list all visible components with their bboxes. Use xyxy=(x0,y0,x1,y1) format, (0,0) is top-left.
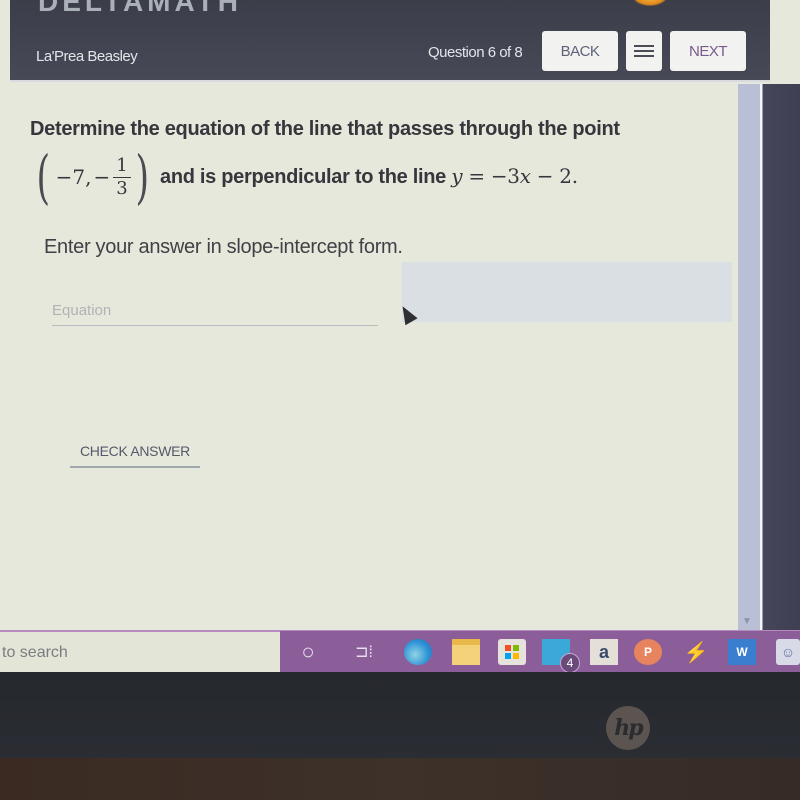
taskbar-search[interactable]: to search xyxy=(0,631,280,672)
screen: DELTAMATH La'Prea Beasley Question 6 of … xyxy=(0,0,800,672)
edge-icon[interactable] xyxy=(404,639,432,665)
scroll-down-arrow-icon[interactable]: ▼ xyxy=(742,616,752,627)
anime-app-icon[interactable]: ☺ xyxy=(776,639,800,665)
desk-surface xyxy=(0,758,800,800)
search-placeholder: to search xyxy=(2,643,68,661)
eq-tail: − 2. xyxy=(530,164,578,188)
open-paren: ( xyxy=(36,143,51,211)
mail-badge: 4 xyxy=(560,653,580,672)
window-edge xyxy=(760,84,800,632)
cortana-icon[interactable]: ○ xyxy=(294,639,322,665)
task-view-icon[interactable]: ⊐⁞ xyxy=(350,639,378,665)
equation-input[interactable] xyxy=(52,296,378,326)
brand-logo: DELTAMATH xyxy=(38,0,242,17)
word-icon[interactable]: W xyxy=(728,639,756,665)
eq-rest: = −3 xyxy=(462,164,520,188)
fraction-denominator: 3 xyxy=(116,177,128,199)
condition-text: and is perpendicular to the line xyxy=(160,166,447,188)
header-bar: DELTAMATH La'Prea Beasley Question 6 of … xyxy=(10,0,770,82)
point-y-sign: − xyxy=(93,165,111,189)
line-equation: y = −3x − 2. xyxy=(451,164,578,188)
laptop-bezel xyxy=(0,672,800,760)
menu-button[interactable] xyxy=(626,31,662,71)
camera-glare xyxy=(632,0,668,6)
check-answer-button[interactable]: CHECK ANSWER xyxy=(70,436,200,468)
perpendicular-condition: and is perpendicular to the line y = −3x… xyxy=(160,164,578,189)
fraction-numerator: 1 xyxy=(113,155,131,178)
back-button[interactable]: BACK xyxy=(542,31,618,71)
hamburger-menu-icon xyxy=(634,45,654,57)
answer-instruction: Enter your answer in slope-intercept for… xyxy=(44,236,403,258)
point-y-fraction: 1 3 xyxy=(113,155,131,200)
file-explorer-icon[interactable] xyxy=(452,639,480,665)
windows-taskbar: to search ○ ⊐⁞ 4 a P ⚡ W ☺ xyxy=(0,630,800,672)
point-coordinates: ( −7, − 1 3 ) xyxy=(32,142,153,212)
student-name: La'Prea Beasley xyxy=(36,48,138,65)
close-paren: ) xyxy=(135,143,149,211)
answer-preview-box xyxy=(402,262,732,322)
bolt-app-icon[interactable]: ⚡ xyxy=(682,639,710,665)
question-counter: Question 6 of 8 xyxy=(428,44,523,61)
var-y: y xyxy=(451,164,463,188)
microsoft-store-icon[interactable] xyxy=(498,639,526,665)
var-x: x xyxy=(519,164,531,188)
powerpoint-icon[interactable]: P xyxy=(634,639,662,665)
amazon-icon[interactable]: a xyxy=(590,639,618,665)
hp-logo: hp xyxy=(606,706,650,750)
scrollbar[interactable] xyxy=(738,84,762,632)
point-x: −7, xyxy=(55,165,92,189)
question-prompt: Determine the equation of the line that … xyxy=(30,118,620,140)
next-button[interactable]: NEXT xyxy=(670,31,746,71)
question-content: Determine the equation of the line that … xyxy=(0,84,760,632)
